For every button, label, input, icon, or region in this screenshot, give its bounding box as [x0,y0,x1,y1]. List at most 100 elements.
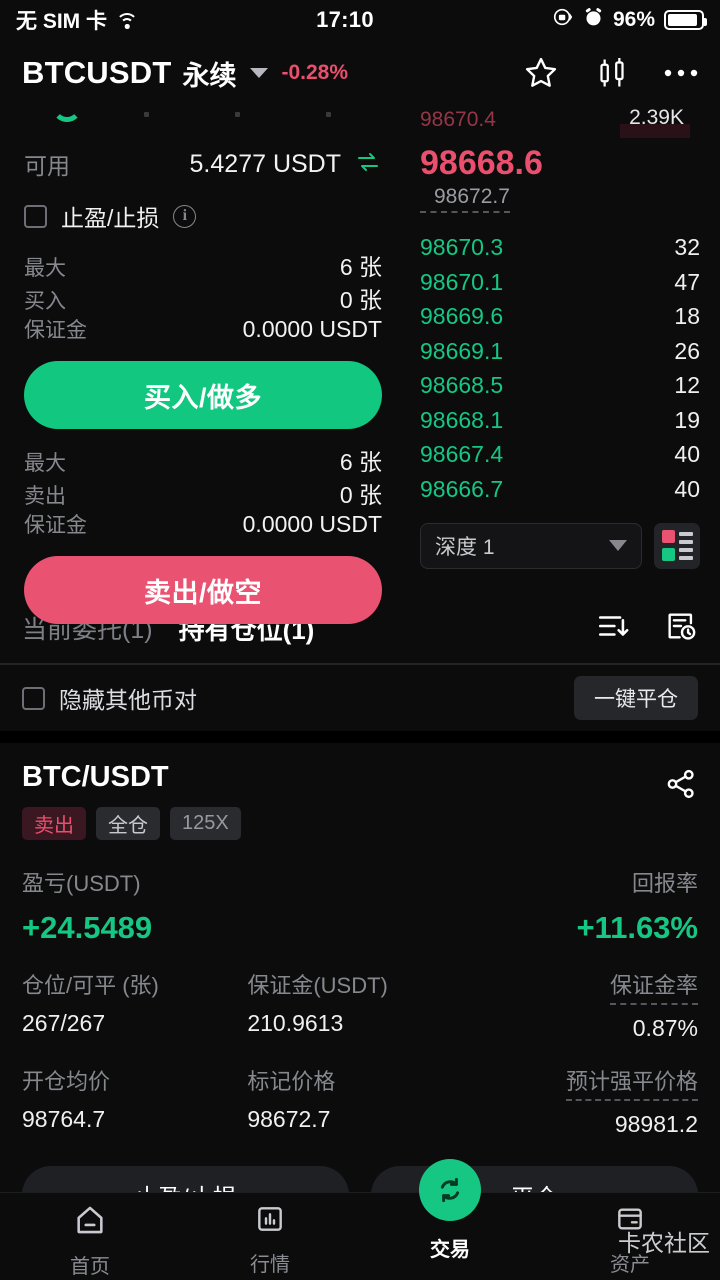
sell-max-row: 最大 6 张 [24,443,382,476]
nav-item-home[interactable]: 首页 [0,1193,180,1279]
trade-swap-icon[interactable] [419,1159,481,1221]
layout-line-blocks [678,531,693,560]
available-value: 5.4277 USDT [189,149,341,178]
orderbook-row[interactable]: 98670.3 32 [406,231,700,266]
stat-cell: 保证金率 0.87% [473,968,698,1042]
orderbook-top-strip: 98670.4 2.39K [406,106,700,138]
nav-label-trade: 交易 [430,1239,470,1261]
markets-chart-icon [254,1203,286,1240]
hide-other-pairs-label: 隐藏其他币对 [59,687,197,713]
info-icon[interactable]: i [173,204,197,228]
stat-value: 0.87% [632,1015,698,1041]
tpsl-checkbox-row[interactable]: 止盈/止损 i [24,190,382,242]
nav-item-markets[interactable]: 行情 [180,1193,360,1277]
stat-value: 267/267 [22,1010,106,1036]
pnl-value: +24.5489 [22,910,153,945]
close-all-button[interactable]: 一键平仓 [574,676,698,720]
status-bar-left: 无 SIM 卡 [16,5,139,35]
order-history-icon[interactable] [664,609,698,648]
section-divider [0,731,720,743]
orderbook-controls: 深度 1 [406,522,700,569]
sell-qty-row: 卖出 0 张 [24,476,382,509]
depth-selector[interactable]: 深度 1 [420,522,642,569]
orderbook-qty: 32 [674,234,700,261]
orderbook-layout-icon[interactable] [654,522,700,569]
buy-margin-label: 保证金 [24,319,87,342]
orderbook-qty: 19 [674,406,700,433]
available-value-group: 5.4277 USDT [190,150,382,179]
stat-label[interactable]: 预计强平价格 [565,1064,698,1101]
star-icon[interactable] [522,54,560,92]
stat-cell: 开仓均价 98764.7 [22,1064,247,1138]
orderbook-qty: 26 [674,337,700,364]
stat-label: 仓位/可平 (张) [22,973,159,998]
share-icon[interactable] [664,767,698,806]
candlestick-chart-icon[interactable] [594,55,630,91]
sell-side-label: 卖出 [24,485,66,508]
nav-item-trade[interactable]: 交易 [360,1159,540,1262]
mark-price-wrap: 98672.7 [406,182,700,213]
stat-label[interactable]: 保证金率 [609,968,698,1005]
available-label: 可用 [24,153,70,179]
orderbook-price: 98667.4 [420,441,504,468]
orderbook-row[interactable]: 98666.7 40 [406,472,700,507]
buy-margin-row: 保证金 0.0000 USDT [24,314,382,347]
buy-max-row: 最大 6 张 [24,248,382,281]
stat-label: 保证金(USDT) [247,973,388,998]
margin-mode-badge: 全仓 [96,807,160,840]
app-screen: 无 SIM 卡 17:10 96% BTCUSDT 永续 -0.28% 可用 5… [0,0,720,1280]
stat-value: 210.9613 [247,1010,344,1036]
orderbook-qty: 40 [674,475,700,502]
orderbook-row[interactable]: 98669.6 18 [406,300,700,335]
chevron-down-icon [609,540,627,552]
swap-icon[interactable] [354,150,382,179]
status-badge: 卖出 [22,807,86,840]
orderbook-qty: 12 [674,372,700,399]
orderbook-price: 98670.3 [420,234,504,261]
stat-cell: 预计强平价格 98981.2 [473,1064,698,1138]
more-horizontal-icon[interactable] [664,67,698,79]
app-header: BTCUSDT 永续 -0.28% [0,40,720,106]
roe-group: 回报率 +11.63% [576,866,698,946]
watermark-label: 卡农社区 [618,1230,710,1256]
stat-value: 98981.2 [614,1111,698,1137]
sort-icon[interactable] [596,609,630,648]
orderbook-row[interactable]: 98670.1 47 [406,265,700,300]
order-book: 98670.4 2.39K 98668.6 98672.7 98670.3 32… [406,106,720,593]
buy-margin-value: 0.0000 USDT [242,316,382,342]
orderbook-price: 98668.5 [420,372,504,399]
positions-filter-bar: 隐藏其他币对 一键平仓 [0,665,720,731]
position-badges: 卖出 全仓 125X [22,807,241,840]
carrier-label: 无 SIM 卡 [16,10,108,33]
orderbook-price: 98668.1 [420,406,504,433]
alarm-clock-icon [583,7,604,34]
sell-short-button[interactable]: 卖出/做空 [24,556,382,624]
chart-volume-badge: 2.39K [629,106,684,129]
roe-label: 回报率 [631,871,698,896]
position-stats-row-2: 开仓均价 98764.7 标记价格 98672.7 预计强平价格 98981.2 [22,1064,698,1138]
stat-cell: 保证金(USDT) 210.9613 [247,968,472,1042]
sell-side-value: 0 张 [339,482,382,508]
chart-curve-decoration [52,106,82,122]
battery-percent-label: 96% [612,8,655,31]
buy-long-button[interactable]: 买入/做多 [24,361,382,429]
rotation-lock-icon [552,6,574,34]
roe-value: +11.63% [576,910,698,945]
nav-label-home: 首页 [70,1256,110,1278]
stat-value: 98672.7 [247,1106,331,1132]
stat-cell: 仓位/可平 (张) 267/267 [22,968,247,1042]
pnl-row: 盈亏(USDT) +24.5489 回报率 +11.63% [22,866,698,946]
orderbook-row[interactable]: 98668.5 12 [406,369,700,404]
stat-cell: 标记价格 98672.7 [247,1064,472,1138]
orderbook-row[interactable]: 98669.1 26 [406,334,700,369]
hide-other-pairs-checkbox[interactable] [22,686,45,710]
page-title: BTCUSDT [22,55,172,90]
wifi-icon [116,12,139,29]
battery-icon [664,10,707,30]
buy-max-value: 6 张 [339,254,382,280]
orderbook-row[interactable]: 98668.1 19 [406,403,700,438]
last-price: 98668.6 [420,144,543,182]
orderbook-row[interactable]: 98667.4 40 [406,438,700,473]
tpsl-checkbox[interactable] [24,204,47,228]
chevron-down-icon[interactable] [249,68,268,78]
